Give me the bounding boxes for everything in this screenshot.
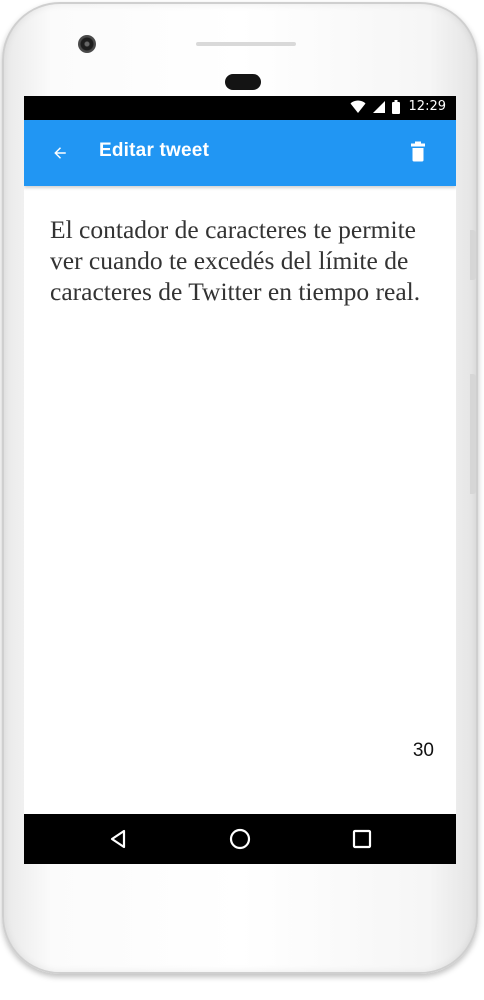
phone-screen: 12:29 Editar tweet El contador de caract… bbox=[24, 96, 456, 864]
cell-signal-icon bbox=[372, 100, 385, 113]
recents-square-icon bbox=[352, 829, 372, 849]
front-camera-icon bbox=[78, 35, 96, 53]
status-icons: 12:29 bbox=[350, 99, 446, 114]
battery-icon bbox=[391, 99, 400, 114]
tweet-text-editor[interactable]: El contador de caracteres te permite ver… bbox=[50, 214, 425, 307]
proximity-sensor bbox=[225, 74, 261, 90]
back-triangle-icon bbox=[110, 829, 126, 849]
power-button bbox=[470, 230, 476, 280]
nav-recents-button[interactable] bbox=[349, 826, 375, 852]
status-bar: 12:29 bbox=[24, 96, 456, 120]
volume-button bbox=[470, 374, 476, 494]
arrow-back-icon bbox=[54, 147, 66, 159]
status-time: 12:29 bbox=[408, 99, 446, 114]
app-bar: Editar tweet bbox=[24, 120, 456, 186]
nav-home-button[interactable] bbox=[227, 826, 253, 852]
delete-button[interactable] bbox=[410, 141, 428, 163]
page-title: Editar tweet bbox=[99, 140, 210, 161]
earpiece-speaker bbox=[196, 42, 296, 46]
home-circle-icon bbox=[229, 828, 251, 850]
character-counter: 30 bbox=[412, 740, 434, 761]
wifi-icon bbox=[350, 100, 366, 113]
navigation-bar bbox=[24, 814, 456, 864]
nav-back-button[interactable] bbox=[106, 826, 132, 852]
back-button[interactable] bbox=[48, 141, 72, 165]
trash-icon bbox=[411, 141, 425, 162]
